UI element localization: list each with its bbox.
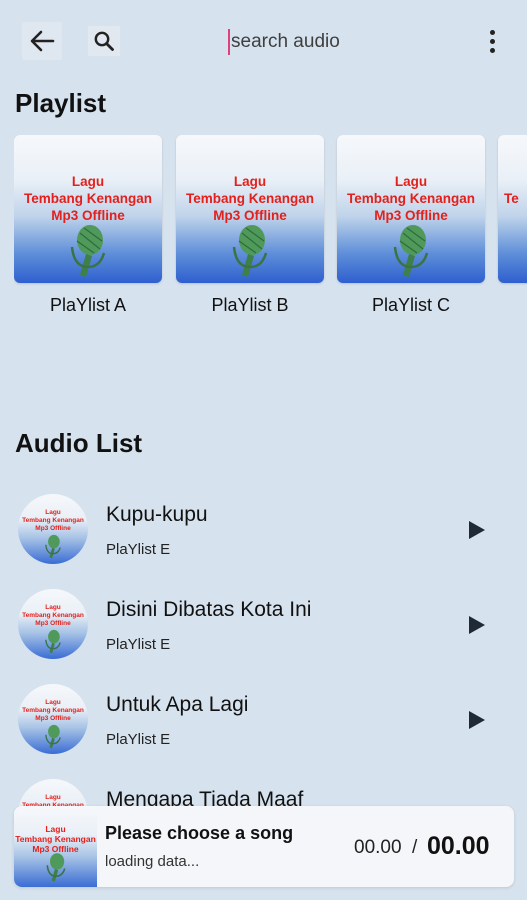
top-bar (0, 0, 527, 84)
microphone-icon (46, 853, 66, 882)
cover-caption: Lagu Tembang Kenangan Mp3 Offline (346, 174, 475, 223)
playlist-cover: Lagu Tembang Kenangan Mp3 Offline (337, 135, 485, 283)
microphone-icon (45, 724, 61, 749)
text-caret (228, 29, 230, 55)
song-title: Mengapa Tiada Maaf (106, 788, 304, 806)
song-thumbnail: Lagu Tembang Kenangan Mp3 Offline (18, 779, 88, 806)
microphone-icon (45, 629, 61, 654)
time-separator: / (412, 837, 418, 858)
playlist-card-b[interactable]: Lagu Tembang Kenangan Mp3 Offline PlaYli… (176, 135, 324, 316)
search-field[interactable] (228, 28, 458, 56)
play-icon[interactable] (466, 519, 488, 541)
cover-caption: Lagu Tembang Kenangan Mp3 Offline (23, 174, 152, 223)
audio-section-title: Audio List (15, 428, 143, 458)
song-thumbnail: Lagu Tembang Kenangan Mp3 Offline (18, 494, 88, 564)
playlist-card-partial[interactable]: Te (498, 135, 527, 283)
song-thumbnail: Lagu Tembang Kenangan Mp3 Offline (18, 589, 88, 659)
audio-list-item[interactable]: Lagu Tembang Kenangan Mp3 Offline Untuk … (0, 676, 527, 771)
microphone-icon (45, 534, 61, 559)
search-input[interactable] (231, 31, 451, 53)
play-icon[interactable] (466, 709, 488, 731)
arrow-left-icon (30, 30, 55, 52)
microphone-icon (232, 225, 268, 277)
playlist-label: PlaYlist B (211, 295, 289, 315)
current-time: 00.00 (354, 837, 402, 858)
song-title: Disini Dibatas Kota Ini (106, 598, 312, 621)
playlist-cover: Te (498, 135, 527, 283)
microphone-icon (70, 225, 106, 277)
player-status: loading data... (105, 853, 200, 870)
song-playlist: PlaYlist E (106, 731, 171, 748)
song-playlist: PlaYlist E (106, 636, 171, 653)
more-vertical-icon (489, 29, 495, 35)
playlist-cover: Lagu Tembang Kenangan Mp3 Offline (176, 135, 324, 283)
song-title: Untuk Apa Lagi (106, 693, 249, 716)
audio-list-item[interactable]: Lagu Tembang Kenangan Mp3 Offline Disini… (0, 581, 527, 676)
audio-list-item[interactable]: Lagu Tembang Kenangan Mp3 Offline Kupu-k… (0, 486, 527, 581)
playlist-card-a[interactable]: Lagu Tembang Kenangan Mp3 Offline PlaYli… (14, 135, 162, 316)
search-button[interactable] (88, 26, 120, 56)
play-icon[interactable] (466, 614, 488, 636)
song-thumbnail: Lagu Tembang Kenangan Mp3 Offline (18, 684, 88, 754)
microphone-icon (393, 225, 429, 277)
playlist-card-c[interactable]: Lagu Tembang Kenangan Mp3 Offline PlaYli… (337, 135, 485, 316)
total-time: 00.00 (427, 832, 490, 860)
audio-list[interactable]: Lagu Tembang Kenangan Mp3 Offline Kupu-k… (0, 480, 527, 806)
back-button[interactable] (22, 22, 62, 60)
playlist-carousel[interactable]: Lagu Tembang Kenangan Mp3 Offline PlaYli… (14, 135, 527, 325)
mini-player[interactable]: Lagu Tembang Kenangan Mp3 Offline Please… (14, 806, 514, 887)
playlist-label: PlaYlist C (371, 295, 451, 315)
cover-caption: Lagu Tembang Kenangan Mp3 Offline (185, 174, 314, 223)
playlist-label: PlaYlist A (49, 295, 127, 315)
more-options-button[interactable] (480, 26, 504, 56)
song-title: Kupu-kupu (106, 503, 208, 526)
cover-caption: Te (504, 191, 519, 206)
song-playlist: PlaYlist E (106, 541, 171, 558)
search-icon (94, 31, 114, 51)
playlist-section-title: Playlist (15, 88, 107, 118)
playlist-cover: Lagu Tembang Kenangan Mp3 Offline (14, 135, 162, 283)
player-cover: Lagu Tembang Kenangan Mp3 Offline (14, 806, 97, 887)
player-song-title: Please choose a song (105, 823, 294, 843)
audio-list-item[interactable]: Lagu Tembang Kenangan Mp3 Offline Mengap… (0, 771, 527, 806)
cover-caption: Lagu Tembang Kenangan Mp3 Offline (15, 824, 96, 854)
